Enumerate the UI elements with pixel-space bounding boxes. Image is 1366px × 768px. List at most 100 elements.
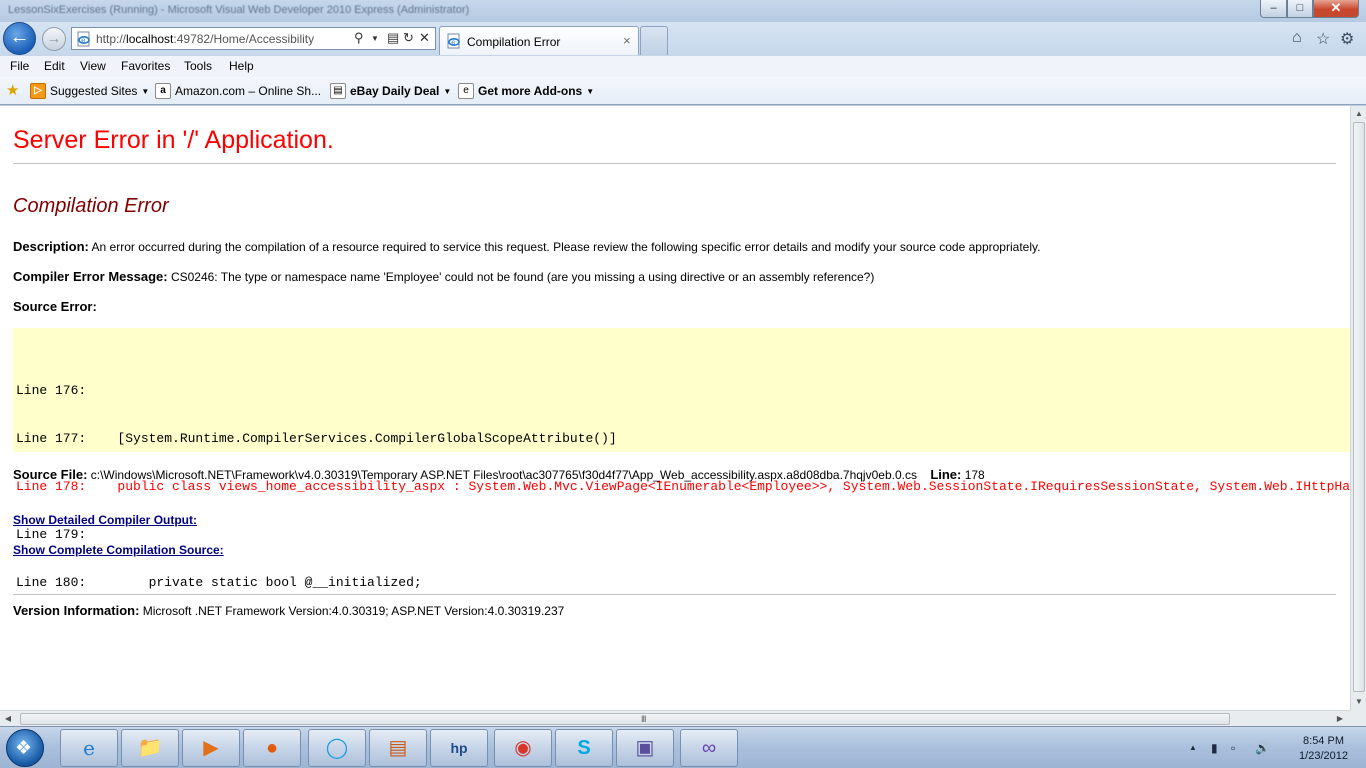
favorites-bar: ★ ▷ Suggested Sites ▼ a Amazon.com – Onl… (0, 77, 1366, 105)
window-title: LessonSixExercises (Running) - Microsoft… (8, 4, 470, 16)
navigation-bar: ← → e http://localhost:49782/Home/Access… (0, 22, 1366, 55)
menu-tools[interactable]: Tools (184, 59, 212, 73)
menu-file[interactable]: File (10, 59, 29, 73)
taskbar-firefox[interactable]: ● (243, 729, 301, 767)
search-icon[interactable]: ⚲ (354, 30, 364, 46)
line-label: Line: (930, 467, 962, 482)
compiler-error-label: Compiler Error Message: (13, 269, 168, 284)
gear-icon[interactable]: ⚙ (1340, 29, 1354, 49)
network-icon[interactable]: ▫ (1231, 741, 1235, 755)
start-button[interactable]: ❖ (6, 729, 44, 767)
taskbar-internet-explorer[interactable]: e (60, 729, 118, 767)
amazon-icon: a (155, 83, 171, 99)
taskbar-chrome[interactable]: ◉ (494, 729, 552, 767)
home-icon[interactable]: ⌂ (1292, 29, 1302, 47)
description-label: Description: (13, 239, 89, 254)
media-player-icon: ▶ (203, 737, 219, 759)
show-complete-compilation-source-link[interactable]: Show Complete Compilation Source: (13, 543, 224, 557)
code-line: Line 176: (16, 383, 87, 398)
fav-suggested-sites[interactable]: ▷ Suggested Sites ▼ (30, 83, 149, 99)
description: Description: An error occurred during th… (13, 239, 1040, 254)
show-detailed-compiler-output-link[interactable]: Show Detailed Compiler Output: (13, 513, 197, 527)
fav-get-more-addons[interactable]: e Get more Add-ons ▼ (458, 83, 594, 99)
folder-icon: 📁 (137, 737, 163, 759)
code-line: Line 177: [System.Runtime.CompilerServic… (16, 431, 617, 446)
fav-label: Amazon.com – Online Sh... (175, 84, 322, 98)
chevron-down-icon: ▼ (141, 86, 150, 96)
svg-text:e: e (451, 39, 455, 47)
version-text: Microsoft .NET Framework Version:4.0.303… (139, 604, 565, 618)
stop-icon[interactable]: ✕ (419, 30, 430, 46)
fav-label: Get more Add-ons (478, 84, 583, 98)
fav-ebay-daily-deal[interactable]: ▤ eBay Daily Deal ▼ (330, 83, 451, 99)
divider (13, 594, 1336, 595)
forward-button[interactable]: → (42, 27, 66, 51)
scroll-grip: III (641, 714, 646, 724)
favorites-star-icon[interactable]: ☆ (1316, 29, 1330, 49)
compatibility-view-icon[interactable]: ▤ (387, 30, 399, 46)
menu-edit[interactable]: Edit (44, 59, 65, 73)
scroll-up-icon[interactable]: ▲ (1351, 106, 1366, 122)
taskbar-skype[interactable]: S (555, 729, 613, 767)
source-code-box: Line 176: Line 177: [System.Runtime.Comp… (13, 328, 1350, 590)
address-bar[interactable]: e http://localhost:49782/Home/Accessibil… (71, 27, 436, 50)
menu-view[interactable]: View (80, 59, 106, 73)
code-line: Line 179: (16, 527, 87, 542)
firefox-icon: ● (265, 737, 279, 759)
taskbar-app-monitor[interactable]: ▣ (616, 729, 674, 767)
show-hidden-icons-icon[interactable]: ▲ (1189, 743, 1197, 752)
close-window-button[interactable]: ✕ (1313, 0, 1359, 18)
version-label: Version Information: (13, 603, 140, 618)
taskbar-app-blue-ring[interactable]: ◯ (308, 729, 366, 767)
taskbar-media-player[interactable]: ▶ (182, 729, 240, 767)
version-information: Version Information: Microsoft .NET Fram… (13, 603, 564, 618)
scroll-right-icon[interactable]: ▶ (1332, 711, 1348, 727)
line-number: 178 (961, 468, 985, 482)
vertical-scroll-thumb[interactable] (1353, 122, 1365, 692)
favorites-icon[interactable]: ★ (6, 81, 19, 99)
ie-tab-icon: e (447, 33, 460, 49)
taskbar-visual-web-developer[interactable]: ∞ (680, 729, 738, 767)
addons-icon: e (458, 83, 474, 99)
back-button[interactable]: ← (3, 22, 36, 55)
suggested-sites-icon: ▷ (30, 83, 46, 99)
source-lines: Line 176: Line 177: [System.Runtime.Comp… (16, 351, 1350, 623)
divider (13, 163, 1336, 164)
menu-favorites[interactable]: Favorites (121, 59, 170, 73)
minimize-button[interactable]: – (1260, 0, 1287, 18)
page-content: Server Error in '/' Application. Compila… (0, 106, 1350, 710)
chevron-down-icon: ▼ (443, 86, 452, 96)
volume-icon[interactable]: 🔊 (1255, 741, 1270, 755)
dropdown-arrow-icon[interactable]: ▼ (371, 34, 379, 43)
new-tab-button[interactable] (640, 26, 668, 55)
scroll-down-icon[interactable]: ▼ (1351, 694, 1366, 710)
hp-icon: hp (450, 740, 468, 756)
taskbar: ❖ e 📁 ▶ ● ◯ ▤ hp ◉ S ▣ ∞ ▲ ▮ ▫ 🔊 8:54 PM… (0, 726, 1366, 768)
window-titlebar: LessonSixExercises (Running) - Microsoft… (0, 0, 1366, 22)
taskbar-hp[interactable]: hp (430, 729, 488, 767)
horizontal-scroll-thumb[interactable]: III (20, 713, 1230, 725)
ring-app-icon: ◯ (325, 737, 349, 759)
scroll-left-icon[interactable]: ◀ (0, 711, 16, 727)
taskbar-app-folder[interactable]: ▤ (369, 729, 427, 767)
battery-icon[interactable]: ▮ (1211, 741, 1218, 755)
system-tray: ▲ ▮ ▫ 🔊 8:54 PM 1/23/2012 (1185, 729, 1365, 767)
tab-compilation-error[interactable]: e Compilation Error × (439, 26, 639, 55)
maximize-button[interactable]: □ (1287, 0, 1313, 18)
fav-amazon[interactable]: a Amazon.com – Online Sh... (155, 83, 321, 99)
internet-explorer-icon: e (83, 736, 95, 760)
vertical-scrollbar[interactable]: ▲ ▼ (1350, 106, 1366, 710)
menu-help[interactable]: Help (229, 59, 254, 73)
compiler-error-text: CS0246: The type or namespace name 'Empl… (167, 270, 875, 284)
address-input[interactable]: http://localhost:49782/Home/Accessibilit… (96, 32, 314, 46)
windows-logo-icon: ❖ (15, 738, 33, 759)
clock[interactable]: 8:54 PM 1/23/2012 (1286, 734, 1361, 764)
refresh-icon[interactable]: ↻ (403, 30, 414, 46)
chrome-icon: ◉ (514, 737, 532, 759)
taskbar-file-explorer[interactable]: 📁 (121, 729, 179, 767)
fav-label: Suggested Sites (50, 84, 138, 98)
horizontal-scrollbar[interactable]: ◀ III ▶ (0, 710, 1350, 726)
tab-close-icon[interactable]: × (623, 33, 631, 48)
compiler-error-message: Compiler Error Message: CS0246: The type… (13, 269, 874, 284)
fav-label: eBay Daily Deal (350, 84, 440, 98)
